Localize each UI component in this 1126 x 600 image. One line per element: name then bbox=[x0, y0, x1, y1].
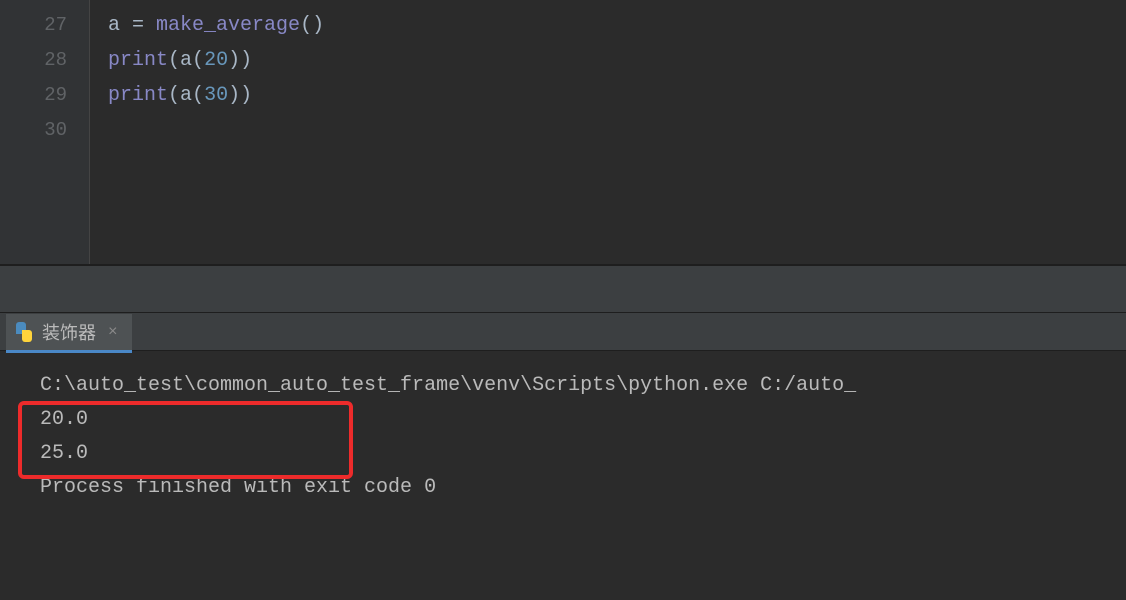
console-exit-message: Process finished with exit code 0 bbox=[40, 471, 1126, 505]
code-line[interactable]: print(a(20)) bbox=[108, 43, 1126, 78]
line-number: 28 bbox=[0, 43, 67, 78]
console-output-line: 20.0 bbox=[40, 403, 1126, 437]
line-number: 27 bbox=[0, 8, 67, 43]
console-tab[interactable]: 装饰器 × bbox=[6, 314, 132, 350]
run-console-panel: 装饰器 × C:\auto_test\common_auto_test_fram… bbox=[0, 313, 1126, 600]
console-output[interactable]: C:\auto_test\common_auto_test_frame\venv… bbox=[0, 351, 1126, 505]
code-line[interactable]: print(a(30)) bbox=[108, 78, 1126, 113]
console-tab-bar: 装饰器 × bbox=[0, 313, 1126, 351]
line-number: 29 bbox=[0, 78, 67, 113]
console-output-line: 25.0 bbox=[40, 437, 1126, 471]
line-number: 30 bbox=[0, 113, 67, 148]
code-editor[interactable]: 27 28 29 30 a = make_average() print(a(2… bbox=[0, 0, 1126, 265]
python-icon bbox=[14, 322, 34, 342]
code-line[interactable]: a = make_average() bbox=[108, 8, 1126, 43]
console-tab-label: 装饰器 bbox=[42, 319, 96, 345]
panel-separator bbox=[0, 265, 1126, 313]
console-command-line: C:\auto_test\common_auto_test_frame\venv… bbox=[40, 369, 1126, 403]
line-number-gutter: 27 28 29 30 bbox=[0, 0, 90, 264]
code-content[interactable]: a = make_average() print(a(20)) print(a(… bbox=[90, 0, 1126, 264]
close-icon[interactable]: × bbox=[108, 323, 118, 341]
